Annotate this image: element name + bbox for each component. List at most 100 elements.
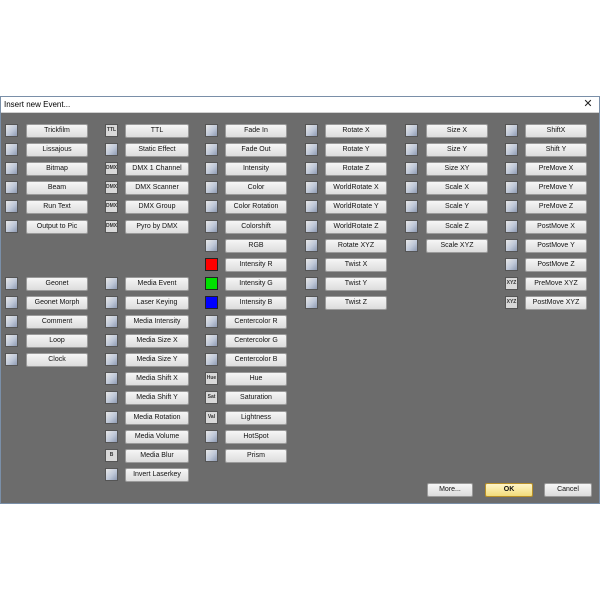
dmx-group-icon[interactable]: DMX — [105, 200, 118, 214]
postmove-xyz-icon[interactable]: XYZ — [505, 295, 518, 309]
size-y-icon[interactable] — [405, 143, 418, 157]
twist-z-icon[interactable] — [305, 295, 318, 309]
event-button[interactable]: Twist Z — [325, 295, 387, 310]
event-button[interactable]: Geonet Morph — [26, 295, 88, 310]
event-button[interactable]: PreMove Z — [525, 200, 587, 215]
shift-x-icon[interactable] — [505, 124, 518, 137]
scale-z-icon[interactable] — [405, 219, 418, 233]
film-strip-icon[interactable] — [5, 124, 18, 137]
postmove-z-icon[interactable] — [505, 257, 518, 271]
premove-x-icon[interactable] — [505, 162, 518, 176]
green-square-icon[interactable] — [205, 276, 218, 290]
rotate-xyz-icon[interactable] — [305, 238, 318, 252]
centercolor-b-icon[interactable] — [205, 353, 218, 367]
event-button[interactable]: PreMove Y — [525, 181, 587, 196]
prism-icon[interactable] — [205, 448, 218, 462]
twist-y-icon[interactable] — [305, 276, 318, 290]
event-button[interactable]: Invert Laserkey — [125, 467, 189, 482]
color-icon[interactable] — [205, 181, 218, 195]
event-button[interactable]: PostMove X — [525, 219, 587, 234]
event-button[interactable]: Rotate Z — [325, 162, 387, 177]
beam-icon[interactable] — [5, 181, 18, 195]
blue-square-icon[interactable] — [205, 295, 218, 309]
event-button[interactable]: Centercolor R — [225, 315, 287, 329]
event-button[interactable]: Twist X — [325, 257, 387, 272]
event-button[interactable]: Geonet — [26, 276, 88, 291]
media-volume-icon[interactable] — [105, 429, 118, 443]
fade-in-icon[interactable] — [205, 124, 218, 137]
rgb-icon[interactable] — [205, 238, 218, 252]
cancel-button[interactable]: Cancel — [544, 483, 592, 497]
twist-x-icon[interactable] — [305, 257, 318, 271]
colorshift-icon[interactable] — [205, 219, 218, 233]
event-button[interactable]: Media Volume — [125, 429, 189, 444]
event-button[interactable]: Laser Keying — [125, 295, 189, 310]
event-button[interactable]: Rotate X — [325, 124, 387, 138]
event-button[interactable]: PreMove X — [525, 162, 587, 177]
dmx-icon[interactable]: DMX — [105, 162, 118, 176]
event-button[interactable]: Output to Pic — [26, 219, 88, 234]
run-text-icon[interactable] — [5, 200, 18, 214]
color-rotation-icon[interactable] — [205, 200, 218, 214]
event-button[interactable]: Media Rotation — [125, 410, 189, 425]
media-shift-y-icon[interactable] — [105, 391, 118, 405]
event-button[interactable]: Intensity R — [225, 257, 287, 272]
event-button[interactable]: Media Shift X — [125, 372, 189, 387]
centercolor-g-icon[interactable] — [205, 334, 218, 348]
event-button[interactable]: Comment — [26, 315, 88, 329]
premove-xyz-icon[interactable]: XYZ — [505, 276, 518, 290]
event-button[interactable]: Color Rotation — [225, 200, 287, 215]
event-button[interactable]: Fade In — [225, 124, 287, 138]
laser-keying-icon[interactable] — [105, 295, 118, 309]
event-button[interactable]: Loop — [26, 334, 88, 349]
ok-button[interactable]: OK — [485, 483, 533, 497]
event-button[interactable]: Lissajous — [26, 143, 88, 158]
shift-y-icon[interactable] — [505, 143, 518, 157]
event-button[interactable]: Intensity G — [225, 276, 287, 291]
event-button[interactable]: DMX Scanner — [125, 181, 189, 196]
event-button[interactable]: HotSpot — [225, 429, 287, 444]
intensity-icon[interactable] — [205, 162, 218, 176]
rotate-x-icon[interactable] — [305, 124, 318, 137]
event-button[interactable]: Intensity B — [225, 295, 287, 310]
media-size-y-icon[interactable] — [105, 353, 118, 367]
event-button[interactable]: Lightness — [225, 410, 287, 425]
event-button[interactable]: Color — [225, 181, 287, 196]
media-shift-x-icon[interactable] — [105, 372, 118, 386]
more-button[interactable]: More... — [427, 483, 473, 497]
event-button[interactable]: Centercolor B — [225, 353, 287, 368]
event-button[interactable]: PreMove XYZ — [525, 276, 587, 291]
hue-icon[interactable]: Hue — [205, 372, 218, 386]
event-button[interactable]: Scale Z — [426, 219, 488, 234]
event-button[interactable]: Static Effect — [125, 143, 189, 158]
lissajous-icon[interactable] — [5, 143, 18, 157]
rotate-y-icon[interactable] — [305, 143, 318, 157]
event-button[interactable]: Media Size X — [125, 334, 189, 349]
lightness-icon[interactable]: Val — [205, 410, 218, 424]
size-x-icon[interactable] — [405, 124, 418, 137]
dmx-scanner-icon[interactable]: DMX — [105, 181, 118, 195]
pyro-icon[interactable]: DMX — [105, 219, 118, 233]
event-button[interactable]: Colorshift — [225, 219, 287, 234]
event-button[interactable]: Fade Out — [225, 143, 287, 158]
event-button[interactable]: Prism — [225, 448, 287, 463]
geonet-icon[interactable] — [5, 276, 18, 290]
scale-y-icon[interactable] — [405, 200, 418, 214]
event-button[interactable]: DMX Group — [125, 200, 189, 215]
event-button[interactable]: Media Shift Y — [125, 391, 189, 406]
scale-xyz-icon[interactable] — [405, 238, 418, 252]
event-button[interactable]: PostMove Y — [525, 238, 587, 253]
event-button[interactable]: Clock — [26, 353, 88, 368]
red-square-icon[interactable] — [205, 257, 218, 271]
comment-icon[interactable] — [5, 315, 18, 328]
event-button[interactable]: ShiftX — [525, 124, 587, 138]
hourglass-icon[interactable] — [5, 353, 18, 367]
event-button[interactable]: Hue — [225, 372, 287, 387]
premove-z-icon[interactable] — [505, 200, 518, 214]
event-button[interactable]: TTL — [125, 124, 189, 138]
event-button[interactable]: Shift Y — [525, 143, 587, 158]
event-button[interactable]: PostMove Z — [525, 257, 587, 272]
event-button[interactable]: Media Event — [125, 276, 189, 291]
event-button[interactable]: WorldRotate X — [325, 181, 387, 196]
event-button[interactable]: Pyro by DMX — [125, 219, 189, 234]
